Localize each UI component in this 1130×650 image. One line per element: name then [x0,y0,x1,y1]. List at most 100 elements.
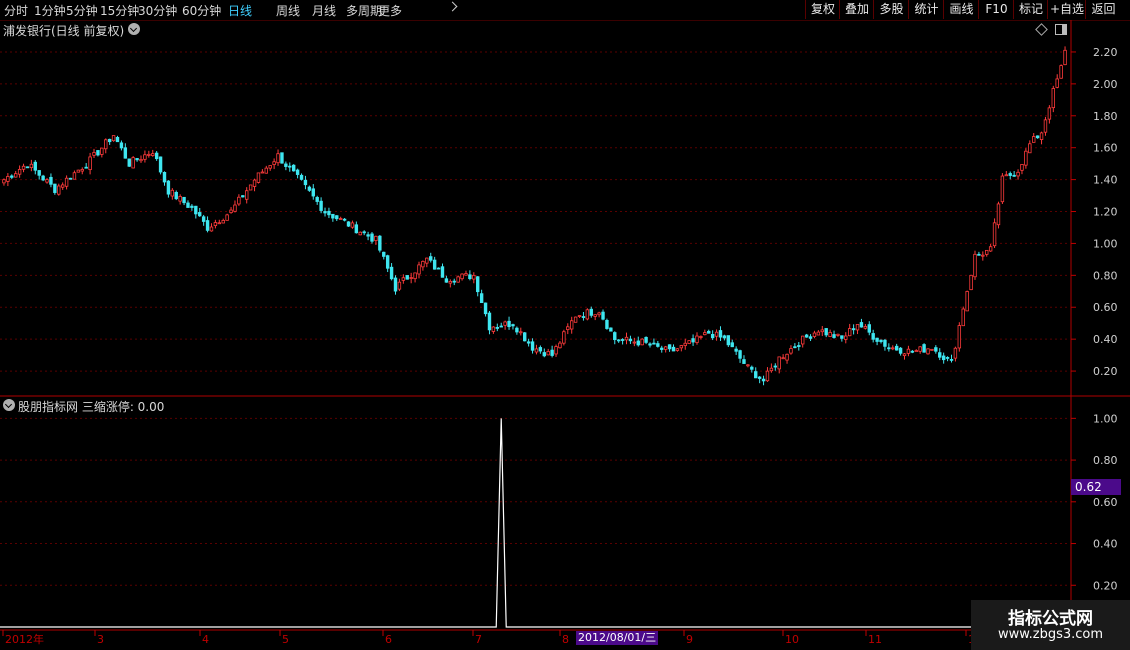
candle [405,275,409,280]
candle-body [119,142,124,149]
period-tab-3[interactable]: 15分钟 [100,2,139,19]
candle-body [938,352,942,358]
candle-body [335,215,339,220]
candle-body [127,158,131,167]
candle [358,231,362,236]
period-tab-9[interactable]: 多周期 [346,2,382,19]
candle [342,218,347,222]
toolbar-button-4[interactable]: 画线 [943,0,979,19]
candlestick-series [2,46,1067,386]
candle [413,272,417,283]
candle [883,338,887,351]
candle [456,275,460,283]
candle-body [601,311,605,320]
price-tick-label: 0.40 [1093,333,1118,346]
candle-body [362,231,366,234]
candle [644,336,648,345]
watermark: 指标公式网 www.zbgs3.com [971,600,1130,650]
period-tab-0[interactable]: 分时 [4,2,28,19]
candle-body [378,235,382,251]
candle-body [1039,132,1044,140]
candle-body [162,171,167,183]
candle-body [710,334,715,339]
candle [60,182,65,190]
candle [487,310,492,335]
candle [879,339,883,344]
period-tab-2[interactable]: 5分钟 [66,2,98,19]
candle-body [562,331,566,344]
candle-body [609,327,613,332]
candle [746,364,750,368]
candle-body [272,161,276,165]
candle-body [37,170,41,176]
candle-body [699,336,703,338]
period-tab-10[interactable]: 更多 [378,2,402,19]
candle-body [131,157,135,169]
candle [29,159,34,172]
period-tab-8[interactable]: 月线 [312,2,336,19]
candle [338,216,343,220]
candle [303,175,308,190]
candle-body [60,184,65,188]
toolbar-button-2[interactable]: 多股 [873,0,909,19]
candle [170,188,175,200]
toolbar-button-7[interactable]: +自选 [1047,0,1086,19]
candle-body [147,153,151,156]
candle-body [922,344,926,353]
candle-body [389,266,394,280]
candle-body [1032,136,1036,143]
candle-body [401,277,406,281]
candle [573,316,578,323]
toolbar-button-8[interactable]: 返回 [1085,0,1121,19]
candle-body [1035,135,1040,139]
candle-body [92,152,96,156]
date-tick-label: 3 [97,633,104,646]
period-tab-5[interactable]: 60分钟 [182,2,221,19]
period-tab-6[interactable]: 日线 [228,2,252,19]
period-tab-7[interactable]: 周线 [276,2,300,19]
candle [417,261,421,279]
toolbar-button-0[interactable]: 复权 [805,0,840,19]
candle [151,149,155,157]
candle-body [1059,65,1063,79]
candle-body [581,316,586,318]
candle [530,338,535,354]
toolbar-button-3[interactable]: 统计 [908,0,944,19]
candle-body [41,175,45,181]
candle [370,232,374,244]
toolbar-button-1[interactable]: 叠加 [839,0,874,19]
candle-body [154,152,159,160]
candle-body [72,172,77,180]
candle [182,196,186,206]
candle [1051,85,1055,113]
title-dropdown-icon[interactable] [128,23,140,35]
candle [996,201,1001,229]
candle [307,185,312,192]
period-tab-1[interactable]: 1分钟 [34,2,66,19]
toolbar-button-6[interactable]: 标记 [1013,0,1048,19]
indicator-dropdown-icon[interactable] [3,399,15,411]
candle-body [29,163,34,168]
candle-body [628,338,633,342]
date-tick-label: 6 [385,633,392,646]
indicator-tick-label: 0.40 [1093,538,1118,551]
kline-chart[interactable]: 0.20 0.40 0.60 0.80 1.00 1.20 1.40 1.60 1.80 2.00… [0,0,1130,650]
candle-body [80,169,84,172]
candle-body [1028,143,1032,154]
candle-body [213,222,218,226]
candle [378,234,382,253]
candle-body [139,158,143,162]
panel-toggle-icon[interactable] [1055,24,1067,35]
candle [988,243,993,252]
candle-body [346,221,351,227]
candle-body [111,135,116,142]
candle-body [977,253,981,256]
toolbar-button-5[interactable]: F10 [978,0,1014,19]
candle [53,183,57,195]
candle [526,338,531,347]
candle [33,160,37,175]
candle-body [104,139,108,150]
candle-body [49,176,53,185]
period-tab-4[interactable]: 30分钟 [138,2,177,19]
candle [421,260,425,271]
